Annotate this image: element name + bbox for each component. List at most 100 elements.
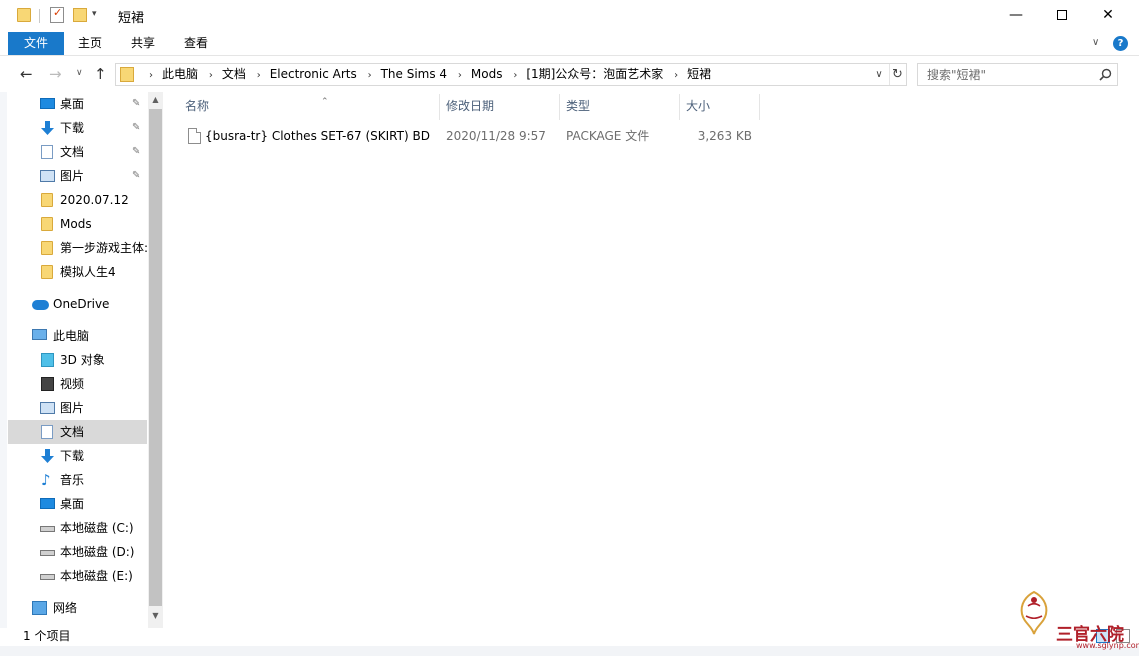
table-row[interactable]: {busra-tr} Clothes SET-67 (SKIRT) BD... … xyxy=(168,124,768,148)
sidebar-item-pictures[interactable]: 图片 xyxy=(8,396,147,420)
sidebar-item-pictures-pinned[interactable]: 图片 ✎ xyxy=(8,164,147,188)
music-icon: ♪ xyxy=(41,471,51,489)
column-header-date-modified[interactable]: 修改日期 xyxy=(446,94,558,118)
breadcrumb-mods[interactable]: Mods xyxy=(471,67,503,81)
sidebar-item-label: 下载 xyxy=(60,121,85,135)
breadcrumb-separator-icon[interactable]: › xyxy=(368,70,372,81)
forward-arrow-icon[interactable]: → xyxy=(49,65,62,83)
address-bar[interactable]: › 此电脑 › 文档 › Electronic Arts › The Sims 4 › M… xyxy=(115,63,907,86)
breadcrumb-current-folder[interactable]: 短裙 xyxy=(687,67,711,81)
sidebar-item-label: 3D 对象 xyxy=(60,353,105,367)
file-type: PACKAGE 文件 xyxy=(566,129,650,143)
pin-icon: ✎ xyxy=(132,170,141,181)
sidebar-item-label: 网络 xyxy=(53,601,78,615)
sidebar-item-downloads-pinned[interactable]: 下载 ✎ xyxy=(8,116,147,140)
sidebar-item-3d-objects[interactable]: 3D 对象 xyxy=(8,348,147,372)
breadcrumb-the-sims-4[interactable]: The Sims 4 xyxy=(381,67,447,81)
tab-home[interactable]: 主页 xyxy=(78,32,102,55)
sidebar-item-label: 模拟人生4 xyxy=(60,265,116,279)
sidebar-item-desktop-pinned[interactable]: 桌面 ✎ xyxy=(8,92,147,116)
column-divider[interactable] xyxy=(679,94,680,120)
back-arrow-icon[interactable]: ← xyxy=(20,65,33,83)
address-history-chevron-icon[interactable]: ∨ xyxy=(872,65,886,84)
sidebar-item-label: 本地磁盘 (E:) xyxy=(60,569,133,583)
column-header-size[interactable]: 大小 xyxy=(686,94,756,118)
sidebar-item-folder-2020-07-12[interactable]: 2020.07.12 xyxy=(8,188,147,212)
maximize-button[interactable] xyxy=(1039,0,1085,30)
download-icon xyxy=(41,449,54,463)
breadcrumb-separator-icon[interactable]: › xyxy=(513,70,517,81)
title-bar: ▾ 短裙 — ✕ xyxy=(0,0,1139,32)
sidebar-item-folder-game-base[interactable]: 第一步游戏主体: xyxy=(8,236,147,260)
sidebar-item-folder-sims4[interactable]: 模拟人生4 xyxy=(8,260,147,284)
document-icon xyxy=(41,145,53,159)
tab-file[interactable]: 文件 xyxy=(8,32,64,55)
breadcrumb-separator-icon[interactable]: › xyxy=(674,70,678,81)
breadcrumb-separator-icon[interactable]: › xyxy=(458,70,462,81)
pin-icon: ✎ xyxy=(132,98,141,109)
tab-view[interactable]: 查看 xyxy=(184,32,208,55)
breadcrumb-separator-icon[interactable]: › xyxy=(209,70,213,81)
scroll-up-arrow-icon[interactable]: ▲ xyxy=(148,94,163,106)
properties-icon[interactable] xyxy=(50,6,64,23)
search-icon[interactable] xyxy=(1099,68,1112,81)
navigation-pane-scrollbar[interactable]: ▲ ▼ xyxy=(148,92,163,628)
document-icon xyxy=(41,425,53,439)
file-size: 3,263 KB xyxy=(697,129,752,143)
sidebar-item-label: 2020.07.12 xyxy=(60,193,129,207)
file-name: {busra-tr} Clothes SET-67 (SKIRT) BD... xyxy=(205,129,431,143)
pin-icon: ✎ xyxy=(132,146,141,157)
refresh-icon[interactable]: ↻ xyxy=(889,64,905,85)
customize-toolbar-chevron-icon[interactable]: ▾ xyxy=(92,9,97,27)
column-divider[interactable] xyxy=(759,94,760,120)
sidebar-item-drive-d[interactable]: 本地磁盘 (D:) xyxy=(8,540,147,564)
sidebar-item-onedrive[interactable]: OneDrive xyxy=(8,292,147,316)
search-input[interactable] xyxy=(918,64,1098,85)
tab-share[interactable]: 共享 xyxy=(131,32,155,55)
download-icon xyxy=(41,121,54,135)
breadcrumb-separator-icon[interactable]: › xyxy=(257,70,261,81)
column-header-type[interactable]: 类型 xyxy=(566,94,676,118)
sidebar-item-label: 文档 xyxy=(60,145,85,159)
sidebar-item-documents-pinned[interactable]: 文档 ✎ xyxy=(8,140,147,164)
breadcrumb-documents[interactable]: 文档 xyxy=(222,67,246,81)
sidebar-item-drive-e[interactable]: 本地磁盘 (E:) xyxy=(8,564,147,588)
desktop-icon xyxy=(40,98,55,109)
minimize-button[interactable]: — xyxy=(993,0,1039,30)
sidebar-item-drive-c[interactable]: 本地磁盘 (C:) xyxy=(8,516,147,540)
recent-locations-chevron-icon[interactable]: ∨ xyxy=(76,68,83,78)
close-button[interactable]: ✕ xyxy=(1085,0,1131,30)
this-pc-icon xyxy=(32,329,47,340)
column-divider[interactable] xyxy=(559,94,560,120)
sidebar-item-music[interactable]: ♪ 音乐 xyxy=(8,468,147,492)
search-box[interactable] xyxy=(917,63,1118,86)
sidebar-item-label: 本地磁盘 (C:) xyxy=(60,521,134,535)
sidebar-item-label: 此电脑 xyxy=(53,329,90,343)
new-folder-icon[interactable] xyxy=(73,8,87,22)
expand-ribbon-chevron-icon[interactable]: ∨ xyxy=(1092,37,1099,48)
sort-ascending-icon: ⌃ xyxy=(321,97,329,107)
column-header-name[interactable]: 名称 ⌃ xyxy=(185,94,437,118)
watermark: 三官六院 www.sglynp.com xyxy=(1010,586,1139,656)
breadcrumb-electronic-arts[interactable]: Electronic Arts xyxy=(270,67,357,81)
sidebar-item-this-pc[interactable]: 此电脑 xyxy=(8,324,147,348)
breadcrumb-issue-folder[interactable]: [1期]公众号：泡面艺术家 xyxy=(526,67,663,81)
breadcrumb: › 此电脑 › 文档 › Electronic Arts › The Sims 4 › M… xyxy=(142,64,711,85)
scrollbar-thumb[interactable] xyxy=(149,109,162,606)
sidebar-item-label: OneDrive xyxy=(53,297,110,311)
folder-icon xyxy=(17,8,31,22)
sidebar-item-label: 文档 xyxy=(60,425,85,439)
help-icon[interactable]: ? xyxy=(1113,36,1128,51)
sidebar-item-network[interactable]: 网络 xyxy=(8,596,147,620)
up-arrow-icon[interactable]: ↑ xyxy=(94,65,107,83)
sidebar-item-documents[interactable]: 文档 xyxy=(8,420,147,444)
sidebar-item-desktop[interactable]: 桌面 xyxy=(8,492,147,516)
sidebar-item-videos[interactable]: 视频 xyxy=(8,372,147,396)
sidebar-item-folder-mods[interactable]: Mods xyxy=(8,212,147,236)
breadcrumb-this-pc[interactable]: 此电脑 xyxy=(162,67,198,81)
scroll-down-arrow-icon[interactable]: ▼ xyxy=(148,610,163,622)
sidebar-item-downloads[interactable]: 下载 xyxy=(8,444,147,468)
column-header-label: 类型 xyxy=(566,99,591,113)
column-divider[interactable] xyxy=(439,94,440,120)
file-icon xyxy=(188,128,201,144)
